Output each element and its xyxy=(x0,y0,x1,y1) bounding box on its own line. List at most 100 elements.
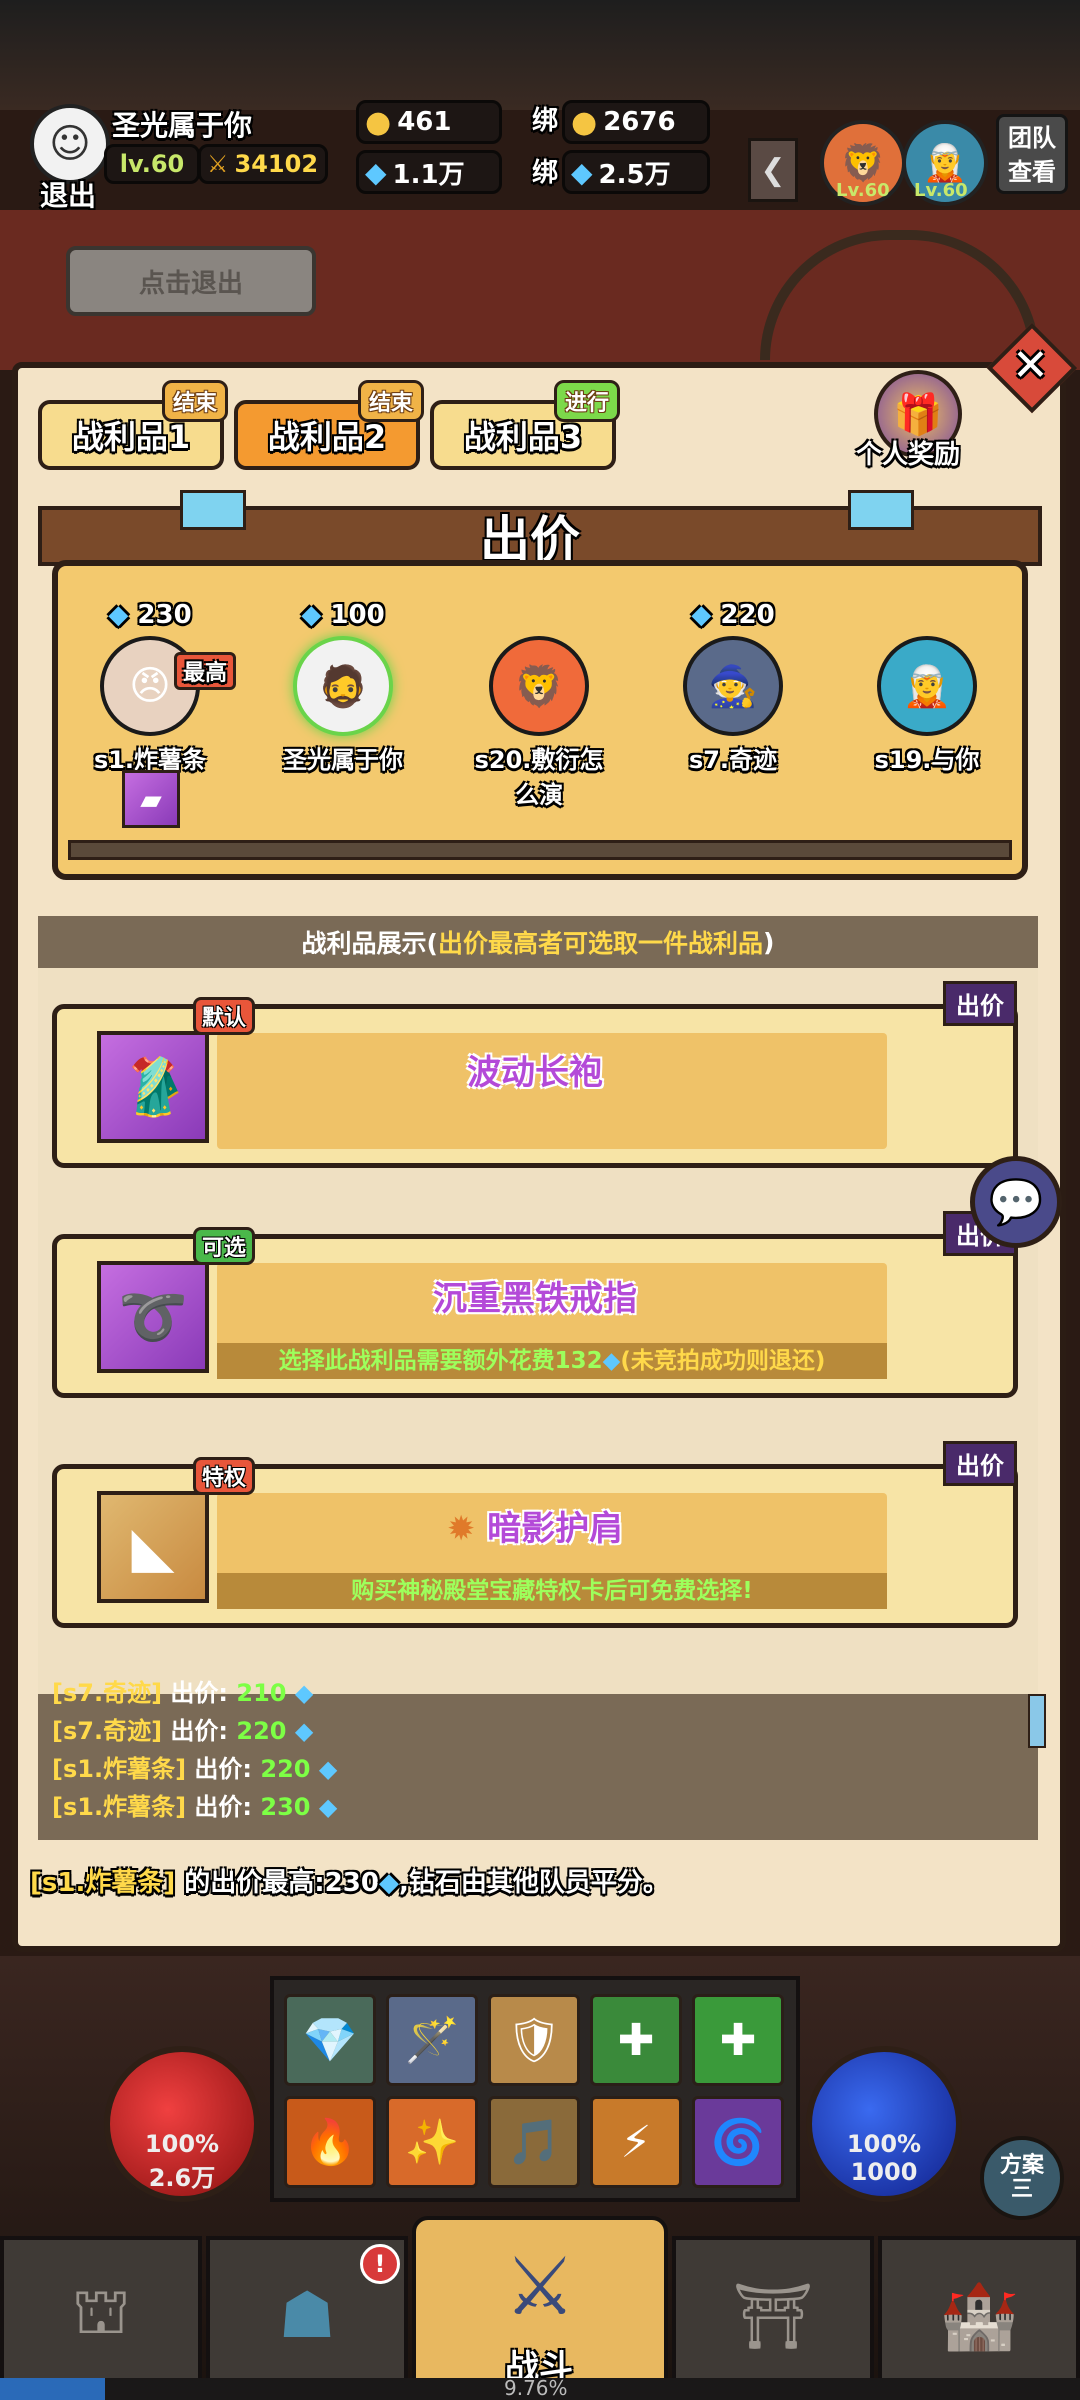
nav-shop-button[interactable]: 🏰 xyxy=(878,2236,1080,2396)
diamond-icon: ◆ xyxy=(602,1348,621,1374)
loot-tag: 默认 xyxy=(193,997,256,1035)
player-avatar[interactable]: ☺ xyxy=(30,104,110,184)
loot-title-highlight: 出价最高者可选取一件战利品 xyxy=(437,929,763,958)
skill-wand-icon[interactable]: 🪄 xyxy=(386,1994,478,2086)
team-member-1-level: Lv.60 xyxy=(836,180,890,201)
tab-loot-2[interactable]: 战利品2 结束 xyxy=(234,380,424,470)
won-item-icon: ▰ xyxy=(122,770,180,828)
click-exit-button[interactable]: 点击退出 xyxy=(66,246,316,316)
collapse-arrow-icon[interactable]: ❮ xyxy=(748,138,798,202)
loot-note-refund: (未竞拍成功则退还) xyxy=(620,1348,826,1374)
gold-coin-icon: ● xyxy=(365,104,392,140)
summary-text: [s1.炸薯条] 的出价最高:230◆,钻石由其他队员平分。 xyxy=(30,1862,669,1899)
loot-title-prefix: 战利品展示( xyxy=(301,929,438,958)
exit-label[interactable]: 退出 xyxy=(40,174,96,214)
loot-title-suffix: ) xyxy=(763,927,775,957)
bound-gold-value: 2676 xyxy=(603,107,676,137)
bound-label: 绑 xyxy=(532,106,559,136)
diamond-icon: ◆ xyxy=(365,155,387,189)
castle-icon: ⛩ xyxy=(732,2279,814,2354)
hp-text: 100% 2.6万 xyxy=(144,2130,220,2192)
bid-progress-bar xyxy=(68,840,1012,860)
lion-dance-face-icon: 🦁 xyxy=(489,636,589,736)
summary-name: [s1.炸薯条] xyxy=(30,1868,176,1898)
sword-icon: ⚔ xyxy=(207,150,229,178)
log-line: [s1.炸薯条] 出价: 230 ◆ xyxy=(52,1793,338,1821)
bid-amount: 100 xyxy=(330,600,385,630)
diamond-icon: ◆ xyxy=(571,155,593,189)
skull-icon: ⛫ xyxy=(71,2275,131,2349)
bid-amount: 230 xyxy=(137,600,192,630)
gold-box[interactable]: ● 461 xyxy=(356,100,502,144)
bidder-s19[interactable]: 🧝 s19.与你 xyxy=(852,600,1002,775)
power-value: 34102 xyxy=(234,150,319,178)
log-line: [s7.奇迹] 出价: 210 ◆ xyxy=(52,1679,314,1707)
tab-loot-3[interactable]: 战利品3 进行 xyxy=(430,380,620,470)
skill-magic-icon[interactable]: 🌀 xyxy=(692,2096,784,2188)
skill-burst-icon[interactable]: ✨ xyxy=(386,2096,478,2188)
diamond-icon: ◆ xyxy=(294,1717,314,1745)
battle-icon: ⚔ xyxy=(504,2239,576,2333)
loot-item-robe[interactable]: 波动长袍 🥻 默认 出价 xyxy=(52,981,1018,1168)
tab-loot-1[interactable]: 战利品1 结束 xyxy=(38,380,228,470)
nav-dungeon-button[interactable]: ⛫ xyxy=(0,2236,202,2396)
bid-tag[interactable]: 出价 xyxy=(943,1441,1017,1486)
bidder-self[interactable]: ◆ 100 🧔 圣光属于你 xyxy=(268,600,418,775)
loot-note-text: 选择此战利品需要额外花费132 xyxy=(278,1348,603,1374)
skill-crystal-icon[interactable]: 💎 xyxy=(284,1994,376,2086)
diamond-icon: ◆ xyxy=(378,1868,399,1898)
loot-item-shoulder[interactable]: 购买神秘殿堂宝藏特权卡后可免费选择! ✹ 暗影护肩 ◣ 特权 出价 xyxy=(52,1441,1018,1628)
shoulder-icon: ◣ xyxy=(97,1491,209,1603)
skill-strike-icon[interactable]: ⚡ xyxy=(590,2096,682,2188)
team-view-button[interactable]: 团队 查看 xyxy=(996,114,1068,194)
skill-shield-icon[interactable]: 🛡 xyxy=(488,1994,580,2086)
player-level: lv.60 xyxy=(104,144,200,184)
loot-tag: 特权 xyxy=(193,1457,256,1495)
personal-reward-label[interactable]: 个人奖励 xyxy=(856,434,960,471)
skill-lyre-icon[interactable]: 🎵 xyxy=(488,2096,580,2188)
diamond-icon: ◆ xyxy=(318,1755,338,1783)
bidder-name: s20.敷衍怎么演 xyxy=(474,746,604,809)
bidder-name: 圣光属于你 xyxy=(283,746,403,774)
knight-face-icon: 🧙 xyxy=(683,636,783,736)
nav-castle-button[interactable]: ⛩ xyxy=(672,2236,874,2396)
bound-diamond-box[interactable]: ◆ 2.5万 xyxy=(562,150,710,194)
tab-status-badge: 结束 xyxy=(161,380,228,422)
loot-note: 选择此战利品需要额外花费132◆(未竞拍成功则退还) xyxy=(217,1343,887,1379)
lantern-right-icon xyxy=(848,490,914,530)
log-line: [s7.奇迹] 出价: 220 ◆ xyxy=(52,1717,314,1745)
team-member-2-level: Lv.60 xyxy=(914,180,968,201)
exp-progress-fill xyxy=(0,2378,106,2400)
tab-status-badge: 进行 xyxy=(553,380,620,422)
diamond-icon: ◆ xyxy=(691,600,712,630)
diamond-box[interactable]: ◆ 1.1万 xyxy=(356,150,502,194)
close-icon[interactable]: ✕ xyxy=(1012,340,1049,391)
top-bar xyxy=(0,0,1080,110)
bid-amount: 220 xyxy=(720,600,775,630)
bound-label-2: 绑 xyxy=(532,158,559,188)
scheme-button[interactable]: 方案 三 xyxy=(980,2136,1064,2220)
bid-log[interactable]: [s7.奇迹] 出价: 210 ◆ [s7.奇迹] 出价: 220 ◆ [s1.… xyxy=(38,1679,1038,1840)
diamond-icon: ◆ xyxy=(294,1679,314,1707)
bidder-name: s19.与你 xyxy=(874,746,980,774)
turban-face-icon: 🧔 xyxy=(293,636,393,736)
bound-gold-box[interactable]: ● 2676 xyxy=(562,100,710,144)
elf-face-icon: 🧝 xyxy=(877,636,977,736)
diamond-value: 1.1万 xyxy=(392,159,465,190)
bid-tag[interactable]: 出价 xyxy=(943,981,1017,1026)
ring-icon: ➰ xyxy=(97,1261,209,1373)
skill-fire-icon[interactable]: 🔥 xyxy=(284,2096,376,2188)
summary-text1: 的出价最高:230 xyxy=(184,1868,379,1898)
log-scrollbar[interactable] xyxy=(1028,1694,1046,1748)
diamond-icon: ◆ xyxy=(108,600,129,630)
skill-heal-icon[interactable]: ✚ xyxy=(590,1994,682,2086)
loot-name: 暗影护肩 xyxy=(487,1509,624,1549)
gold-value: 461 xyxy=(397,107,452,137)
loot-item-ring[interactable]: 选择此战利品需要额外花费132◆(未竞拍成功则退还) 沉重黑铁戒指 ➰ 可选 出… xyxy=(52,1211,1018,1398)
tab-status-badge: 结束 xyxy=(357,380,424,422)
skill-plus-icon[interactable]: ✚ xyxy=(692,1994,784,2086)
chat-icon[interactable]: 💬 xyxy=(970,1156,1062,1248)
bidder-s7[interactable]: ◆ 220 🧙 s7.奇迹 xyxy=(658,600,808,775)
bidder-s20[interactable]: 🦁 s20.敷衍怎么演 xyxy=(464,600,614,810)
bidder-name: s7.奇迹 xyxy=(688,746,778,774)
